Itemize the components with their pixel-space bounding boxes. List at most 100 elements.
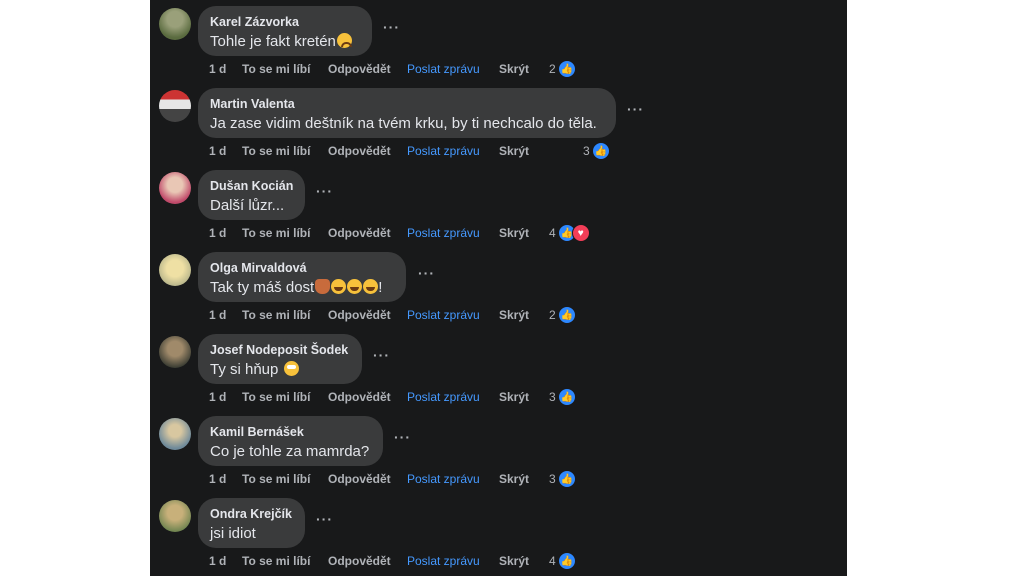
more-options-icon[interactable]: ··· <box>316 184 333 198</box>
comment-text: jsi idiot <box>210 525 256 542</box>
comment-text-content: Tohle je fakt kretén <box>210 33 336 50</box>
comment-time[interactable]: 1 d <box>209 142 226 160</box>
reply-button[interactable]: Odpovědět <box>328 388 391 406</box>
reactions-summary[interactable]: 4 👍 <box>549 552 576 570</box>
comment-author[interactable]: Olga Mirvaldová <box>210 260 394 276</box>
avatar[interactable] <box>159 8 191 40</box>
comment-text: Ja zase vidim deštník na tvém krku, by t… <box>210 115 597 132</box>
comment-time[interactable]: 1 d <box>209 224 226 242</box>
hide-button[interactable]: Skrýt <box>499 142 529 160</box>
hide-button[interactable]: Skrýt <box>499 306 529 324</box>
reaction-count: 3 <box>549 390 556 404</box>
laughing-emoji-icon <box>347 279 363 294</box>
reaction-count: 3 <box>549 472 556 486</box>
avatar[interactable] <box>159 500 191 532</box>
comment-text: Co je tohle za mamrda? <box>210 443 370 460</box>
reactions-summary[interactable]: 3 👍 <box>549 470 576 488</box>
avatar[interactable] <box>159 90 191 122</box>
avatar[interactable] <box>159 172 191 204</box>
comment-bubble: Dušan Kocián Další lůzr... <box>198 170 305 220</box>
like-icon: 👍 <box>557 60 576 78</box>
reply-button[interactable]: Odpovědět <box>328 306 391 324</box>
comment-author[interactable]: Martin Valenta <box>210 96 604 112</box>
comment: Kamil Bernášek Co je tohle za mamrda? ··… <box>150 410 847 492</box>
more-options-icon[interactable]: ··· <box>383 20 400 34</box>
reply-button[interactable]: Odpovědět <box>328 224 391 242</box>
like-button[interactable]: To se mi líbí <box>242 306 310 324</box>
comment: Josef Nodeposit Šodek Ty si hňup ··· 1 d… <box>150 328 847 410</box>
comment-author[interactable]: Ondra Krejčík <box>210 506 293 522</box>
comment-text-end: ! <box>378 279 383 296</box>
comment-author[interactable]: Josef Nodeposit Šodek <box>210 342 350 358</box>
avatar[interactable] <box>159 418 191 450</box>
send-message-button[interactable]: Poslat zprávu <box>407 60 480 78</box>
like-icon: 👍 <box>557 552 576 570</box>
comment-text-content: Ty si hňup <box>210 361 283 378</box>
reaction-count: 4 <box>549 554 556 568</box>
eye-roll-emoji-icon <box>283 361 299 376</box>
reactions-summary[interactable]: 3 👍 <box>549 388 576 406</box>
hide-button[interactable]: Skrýt <box>499 224 529 242</box>
comment-time[interactable]: 1 d <box>209 470 226 488</box>
reaction-count: 3 <box>583 144 590 158</box>
reaction-count: 4 <box>549 226 556 240</box>
avatar[interactable] <box>159 336 191 368</box>
comment-author[interactable]: Karel Zázvorka <box>210 14 360 30</box>
like-button[interactable]: To se mi líbí <box>242 224 310 242</box>
reaction-count: 2 <box>549 62 556 76</box>
comment-text: Další lůzr... <box>210 197 285 214</box>
comment: Ondra Krejčík jsi idiot ··· 1 d To se mi… <box>150 492 847 574</box>
like-button[interactable]: To se mi líbí <box>242 552 310 570</box>
send-message-button[interactable]: Poslat zprávu <box>407 142 480 160</box>
reactions-summary[interactable]: 4 👍 ♥ <box>549 224 590 242</box>
more-options-icon[interactable]: ··· <box>627 102 644 116</box>
send-message-button[interactable]: Poslat zprávu <box>407 470 480 488</box>
avatar[interactable] <box>159 254 191 286</box>
more-options-icon[interactable]: ··· <box>373 348 390 362</box>
more-options-icon[interactable]: ··· <box>394 430 411 444</box>
reply-button[interactable]: Odpovědět <box>328 60 391 78</box>
reactions-summary[interactable]: 3 👍 <box>583 142 610 160</box>
like-icon: 👍 <box>557 306 576 324</box>
crying-emoji-icon <box>336 33 352 48</box>
like-button[interactable]: To se mi líbí <box>242 470 310 488</box>
comment-bubble: Martin Valenta Ja zase vidim deštník na … <box>198 88 616 138</box>
send-message-button[interactable]: Poslat zprávu <box>407 552 480 570</box>
like-button[interactable]: To se mi líbí <box>242 142 310 160</box>
love-icon: ♥ <box>571 224 590 242</box>
more-options-icon[interactable]: ··· <box>418 266 435 280</box>
hide-button[interactable]: Skrýt <box>499 388 529 406</box>
comment-text: Tak ty máš dost! <box>210 278 394 298</box>
like-icon: 👍 <box>557 388 576 406</box>
comment-time[interactable]: 1 d <box>209 552 226 570</box>
reactions-summary[interactable]: 2 👍 <box>549 306 576 324</box>
comment: Olga Mirvaldová Tak ty máš dost! ··· 1 d… <box>150 246 847 328</box>
send-message-button[interactable]: Poslat zprávu <box>407 306 480 324</box>
reactions-summary[interactable]: 2 👍 <box>549 60 576 78</box>
comment-bubble: Karel Zázvorka Tohle je fakt kretén <box>198 6 372 56</box>
hide-button[interactable]: Skrýt <box>499 552 529 570</box>
comment-bubble: Ondra Krejčík jsi idiot <box>198 498 305 548</box>
like-icon: 👍 <box>557 470 576 488</box>
comment-time[interactable]: 1 d <box>209 388 226 406</box>
comment-time[interactable]: 1 d <box>209 306 226 324</box>
comment-time[interactable]: 1 d <box>209 60 226 78</box>
comment-author[interactable]: Kamil Bernášek <box>210 424 371 440</box>
hide-button[interactable]: Skrýt <box>499 60 529 78</box>
comment: Karel Zázvorka Tohle je fakt kretén ··· … <box>150 0 847 82</box>
reply-button[interactable]: Odpovědět <box>328 142 391 160</box>
more-options-icon[interactable]: ··· <box>316 512 333 526</box>
person-emoji-icon <box>315 279 331 294</box>
like-icon: 👍 <box>591 142 610 160</box>
laughing-emoji-icon <box>363 279 379 294</box>
like-button[interactable]: To se mi líbí <box>242 388 310 406</box>
send-message-button[interactable]: Poslat zprávu <box>407 224 480 242</box>
reply-button[interactable]: Odpovědět <box>328 470 391 488</box>
reaction-count: 2 <box>549 308 556 322</box>
hide-button[interactable]: Skrýt <box>499 470 529 488</box>
reply-button[interactable]: Odpovědět <box>328 552 391 570</box>
comment-author[interactable]: Dušan Kocián <box>210 178 293 194</box>
comments-panel: Karel Zázvorka Tohle je fakt kretén ··· … <box>150 0 847 576</box>
send-message-button[interactable]: Poslat zprávu <box>407 388 480 406</box>
like-button[interactable]: To se mi líbí <box>242 60 310 78</box>
